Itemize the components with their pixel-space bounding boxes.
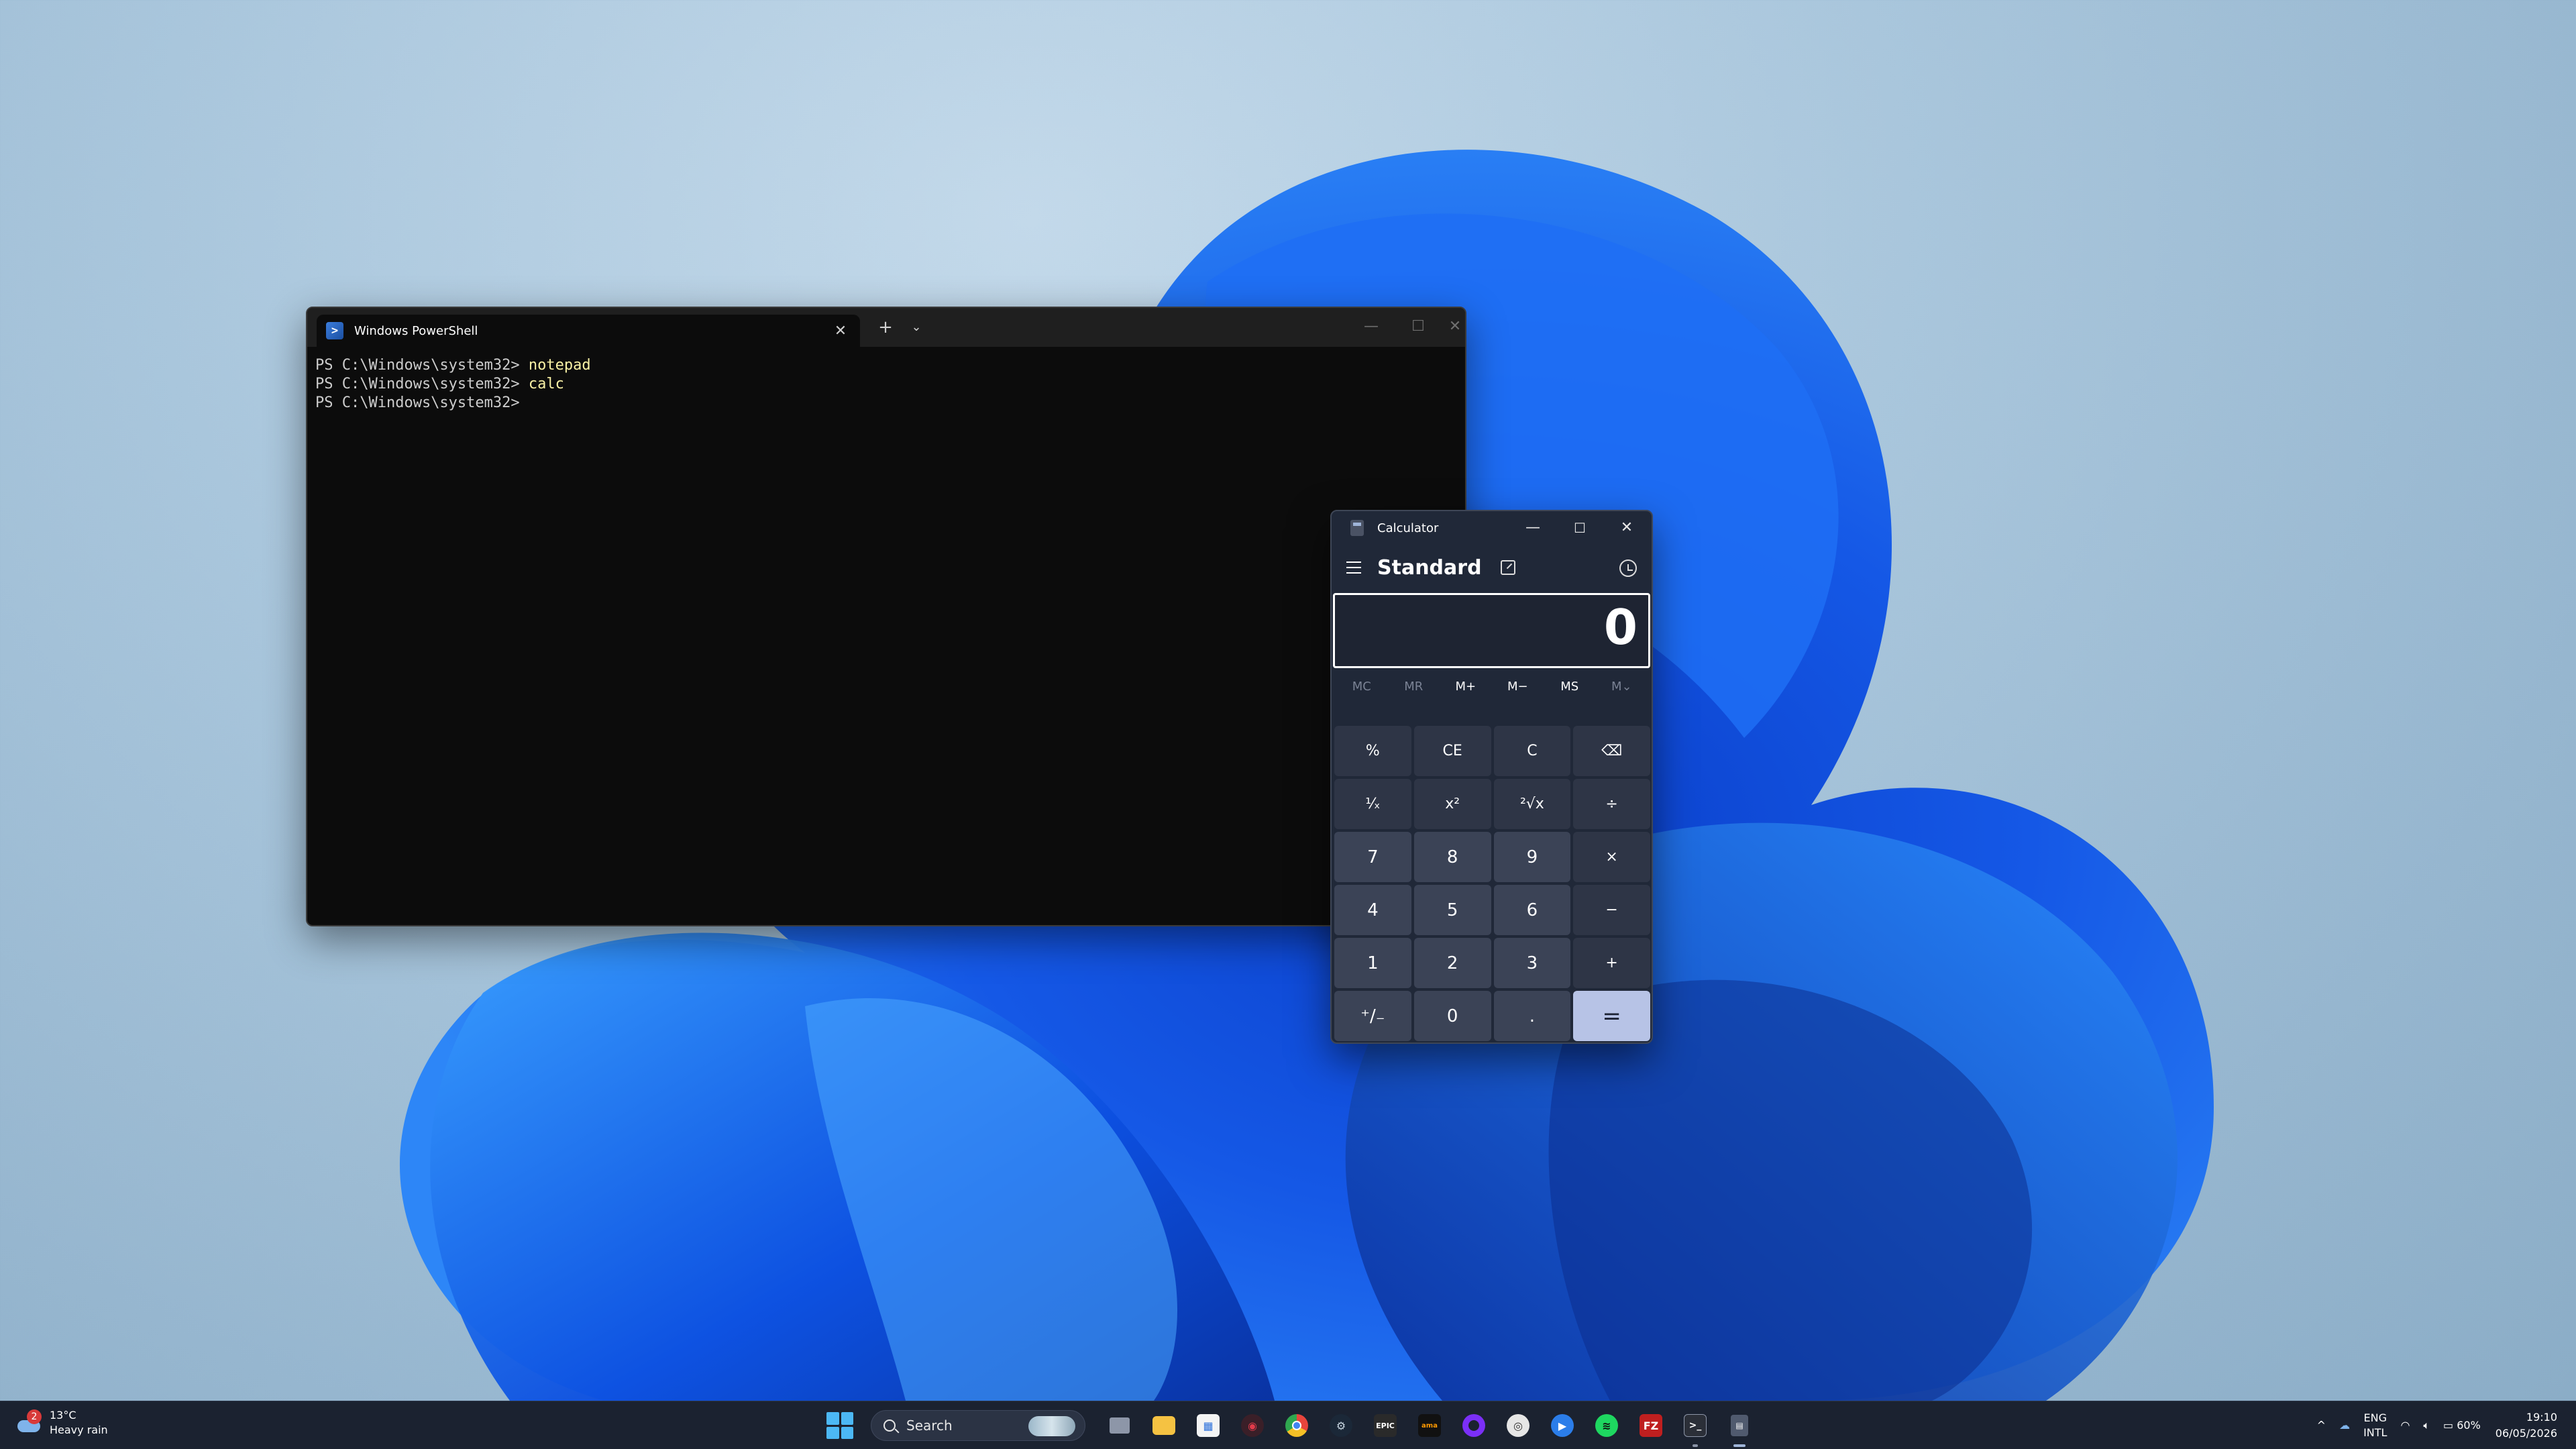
digit-0-button[interactable]: 0 — [1413, 991, 1491, 1041]
search-icon — [883, 1419, 896, 1432]
filezilla-icon[interactable]: FZ — [1629, 1401, 1673, 1449]
show-hidden-icons-chevron-icon[interactable]: ^ — [2317, 1418, 2326, 1433]
menu-icon[interactable] — [1346, 561, 1362, 574]
calculator-titlebar[interactable]: Calculator — ☐ ✕ — [1332, 511, 1652, 545]
calculator-icon[interactable]: ▤ — [1717, 1401, 1762, 1449]
terminal-icon[interactable]: >_ — [1673, 1401, 1717, 1449]
terminal-window[interactable]: > Windows PowerShell ✕ + ⌄ — ☐ ✕ PS C:\W… — [306, 307, 1466, 926]
clock-time: 19:10 — [2526, 1411, 2557, 1424]
digit-7-button[interactable]: 7 — [1334, 832, 1411, 882]
system-tray: ^ ☁ ENG INTL ◠ 🔈︎ ▭ 60% 19:10 06/05/2026 — [2310, 1401, 2576, 1449]
tab-dropdown-icon[interactable]: ⌄ — [903, 316, 930, 339]
weather-badge: 2 — [27, 1409, 42, 1424]
taskbar: 2 13°C Heavy rain Search ▦ ◉ ⚙ EPIC ama … — [0, 1401, 2576, 1449]
purple-app-icon[interactable] — [1452, 1401, 1496, 1449]
weather-description: Heavy rain — [50, 1424, 108, 1436]
close-button[interactable]: ✕ — [1607, 517, 1647, 539]
calculator-title: Calculator — [1377, 521, 1439, 535]
reciprocal-button[interactable]: ¹⁄ₓ — [1334, 779, 1411, 829]
taskbar-search-box[interactable]: Search — [871, 1410, 1085, 1441]
digit-4-button[interactable]: 4 — [1334, 885, 1411, 935]
weather-temperature: 13°C — [50, 1409, 76, 1421]
file-explorer-icon[interactable] — [1142, 1401, 1186, 1449]
memory-add-button[interactable]: M+ — [1440, 680, 1492, 694]
language-indicator[interactable]: ENG INTL — [2363, 1411, 2387, 1440]
memory-subtract-button[interactable]: M− — [1492, 680, 1544, 694]
maximize-button[interactable]: ☐ — [1398, 315, 1438, 339]
multiply-button[interactable]: × — [1573, 832, 1650, 882]
minimize-button[interactable]: — — [1351, 315, 1391, 339]
terminal-output[interactable]: PS C:\Windows\system32> notepad PS C:\Win… — [307, 347, 1465, 422]
remote-desktop-icon[interactable]: ▶ — [1540, 1401, 1585, 1449]
chrome-icon[interactable] — [1275, 1401, 1319, 1449]
task-view-icon[interactable] — [1097, 1401, 1142, 1449]
memory-store-button[interactable]: MS — [1544, 680, 1596, 694]
taskbar-apps: Search ▦ ◉ ⚙ EPIC ama ◎ ▶ ≋ FZ >_ ▤ — [826, 1401, 1762, 1449]
windows-start-icon[interactable] — [826, 1412, 853, 1439]
terminal-tab[interactable]: > Windows PowerShell ✕ — [317, 315, 860, 347]
clear-button[interactable]: C — [1493, 726, 1571, 776]
memory-recall-button[interactable]: MR — [1388, 680, 1440, 694]
square-button[interactable]: x² — [1413, 779, 1491, 829]
digit-9-button[interactable]: 9 — [1493, 832, 1571, 882]
digit-8-button[interactable]: 8 — [1413, 832, 1491, 882]
clear-entry-button[interactable]: CE — [1413, 726, 1491, 776]
digit-5-button[interactable]: 5 — [1413, 885, 1491, 935]
calculator-window[interactable]: Calculator — ☐ ✕ Standard 0 MC MR M+ M− … — [1330, 510, 1653, 1044]
divide-button[interactable]: ÷ — [1573, 779, 1650, 829]
calculator-header: Standard — [1332, 545, 1652, 590]
terminal-line: PS C:\Windows\system32> notepad — [315, 357, 591, 374]
spotify-icon[interactable]: ≋ — [1585, 1401, 1629, 1449]
volume-icon[interactable]: 🔈︎ — [2423, 1418, 2430, 1433]
memory-list-button[interactable]: M⌄ — [1596, 680, 1648, 694]
digit-6-button[interactable]: 6 — [1493, 885, 1571, 935]
digit-1-button[interactable]: 1 — [1334, 938, 1411, 988]
terminal-line: PS C:\Windows\system32> calc — [315, 376, 564, 392]
history-icon[interactable] — [1619, 559, 1637, 577]
battery-percentage: 60% — [2457, 1419, 2481, 1432]
close-button[interactable]: ✕ — [1445, 315, 1465, 339]
microsoft-store-icon[interactable]: ▦ — [1186, 1401, 1230, 1449]
clock-date: 06/05/2026 — [2495, 1427, 2557, 1440]
obs-icon[interactable]: ◎ — [1496, 1401, 1540, 1449]
mode-title: Standard — [1377, 555, 1482, 580]
decimal-button[interactable]: . — [1493, 991, 1571, 1041]
calculator-app-icon — [1350, 520, 1364, 536]
weather-widget[interactable]: 2 13°C Heavy rain — [15, 1408, 108, 1438]
amazon-games-icon[interactable]: ama — [1407, 1401, 1452, 1449]
onedrive-icon[interactable]: ☁ — [2339, 1418, 2350, 1433]
clock[interactable]: 19:10 06/05/2026 — [2496, 1409, 2557, 1442]
terminal-line: PS C:\Windows\system32> — [315, 394, 529, 411]
square-root-button[interactable]: ²√x — [1493, 779, 1571, 829]
memory-row: MC MR M+ M− MS M⌄ — [1332, 668, 1652, 704]
media-player-icon[interactable]: ◉ — [1230, 1401, 1275, 1449]
steam-icon[interactable]: ⚙ — [1319, 1401, 1363, 1449]
memory-clear-button[interactable]: MC — [1336, 680, 1388, 694]
tab-close-icon[interactable]: ✕ — [830, 323, 851, 339]
terminal-titlebar[interactable]: > Windows PowerShell ✕ + ⌄ — ☐ ✕ — [307, 308, 1465, 347]
keep-on-top-icon[interactable] — [1500, 560, 1515, 575]
add-button[interactable]: + — [1573, 938, 1650, 988]
digit-3-button[interactable]: 3 — [1493, 938, 1571, 988]
rain-cloud-icon: 2 — [15, 1409, 42, 1436]
epic-games-icon[interactable]: EPIC — [1363, 1401, 1407, 1449]
display-value: 0 — [1603, 599, 1638, 655]
maximize-button[interactable]: ☐ — [1560, 517, 1600, 539]
search-highlight-image — [1028, 1416, 1075, 1436]
equals-button[interactable]: = — [1573, 991, 1650, 1041]
battery-indicator[interactable]: ▭ 60% — [2443, 1418, 2481, 1433]
subtract-button[interactable]: − — [1573, 885, 1650, 935]
calculator-display: 0 — [1333, 593, 1650, 668]
powershell-icon: > — [326, 322, 343, 339]
minimize-button[interactable]: — — [1513, 517, 1553, 539]
search-label: Search — [906, 1417, 953, 1434]
keypad: % CE C ⌫ ¹⁄ₓ x² ²√x ÷ 7 8 9 × 4 5 6 − 1 … — [1334, 726, 1650, 1041]
wifi-icon[interactable]: ◠ — [2400, 1418, 2410, 1433]
percent-button[interactable]: % — [1334, 726, 1411, 776]
tab-title: Windows PowerShell — [354, 323, 478, 338]
digit-2-button[interactable]: 2 — [1413, 938, 1491, 988]
negate-button[interactable]: ⁺/₋ — [1334, 991, 1411, 1041]
new-tab-button[interactable]: + — [872, 316, 899, 339]
backspace-button[interactable]: ⌫ — [1573, 726, 1650, 776]
